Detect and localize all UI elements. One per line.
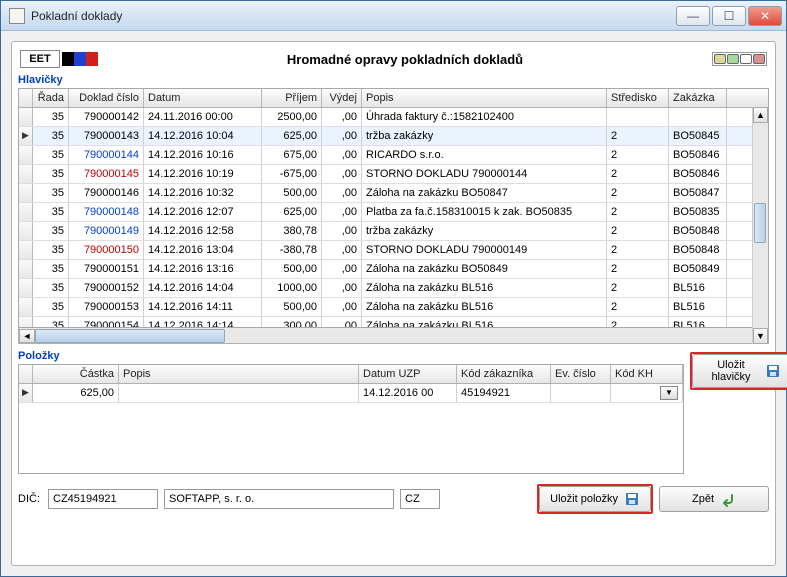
col-vydej[interactable]: Výdej: [322, 89, 362, 107]
col-stredisko[interactable]: Středisko: [607, 89, 669, 107]
dic-label: DIČ:: [18, 493, 40, 505]
firma-field[interactable]: [164, 489, 394, 509]
zeme-field[interactable]: [400, 489, 440, 509]
col-zakazka[interactable]: Zakázka: [669, 89, 727, 107]
section-hlavicky-label: Hlavičky: [18, 74, 769, 86]
back-label: Zpět: [692, 493, 714, 505]
status-chip-3-icon: [740, 54, 752, 64]
col-datum[interactable]: Datum: [144, 89, 262, 107]
table-row[interactable]: 3579000014914.12.2016 12:58380,78,00tržb…: [19, 222, 768, 241]
save-items-label: Uložit položky: [550, 493, 618, 505]
back-button[interactable]: Zpět: [659, 486, 769, 512]
grid1-vscroll[interactable]: ▲ ▼: [752, 107, 768, 344]
minimize-button[interactable]: —: [676, 6, 710, 26]
col-prijem[interactable]: Příjem: [262, 89, 322, 107]
col-popis[interactable]: Popis: [362, 89, 607, 107]
col2-kodzak[interactable]: Kód zákazníka: [457, 365, 551, 383]
table-row[interactable]: 3579000015014.12.2016 13:04-380,78,00STO…: [19, 241, 768, 260]
chip-black-icon: [62, 52, 74, 66]
scroll-up-icon[interactable]: ▲: [753, 107, 768, 123]
section-polozky-label: Položky: [18, 350, 684, 362]
items-grid[interactable]: Částka Popis Datum UZP Kód zákazníka Ev.…: [18, 364, 684, 474]
grid1-hscroll[interactable]: ◄ ►: [18, 328, 769, 344]
titlebar[interactable]: Pokladní doklady — ☐ ✕: [1, 1, 786, 31]
maximize-button[interactable]: ☐: [712, 6, 746, 26]
table-row[interactable]: 3579000014224.11.2016 00:002500,00,00Úhr…: [19, 108, 768, 127]
eet-color-chips: [62, 52, 98, 66]
kh-dropdown-button[interactable]: ▼: [660, 386, 678, 400]
table-row[interactable]: 3579000014814.12.2016 12:07625,00,00Plat…: [19, 203, 768, 222]
col2-popis[interactable]: Popis: [119, 365, 359, 383]
eet-label: EET: [20, 50, 60, 68]
save-headers-button[interactable]: Uložit hlavičky: [692, 354, 787, 388]
page-heading: Hromadné opravy pokladních dokladů: [98, 52, 712, 67]
hscroll-thumb[interactable]: [35, 329, 225, 343]
col2-ev[interactable]: Ev. číslo: [551, 365, 611, 383]
save-icon: [765, 363, 781, 379]
table-row[interactable]: 3579000014414.12.2016 10:16675,00,00RICA…: [19, 146, 768, 165]
status-chips: [712, 52, 767, 66]
table-row[interactable]: 3579000015114.12.2016 13:16500,00,00Zálo…: [19, 260, 768, 279]
headers-grid[interactable]: Řada Doklad číslo Datum Příjem Výdej Pop…: [18, 88, 769, 328]
chip-red-icon: [86, 52, 98, 66]
app-icon: [9, 8, 25, 24]
scroll-down-icon[interactable]: ▼: [753, 328, 768, 344]
table-row[interactable]: ▶3579000014314.12.2016 10:04625,00,00trž…: [19, 127, 768, 146]
col2-castka[interactable]: Částka: [33, 365, 119, 383]
table-row[interactable]: 3579000015314.12.2016 14:11500,00,00Zálo…: [19, 298, 768, 317]
col2-uzp[interactable]: Datum UZP: [359, 365, 457, 383]
window-title: Pokladní doklady: [31, 9, 676, 23]
status-chip-4-icon: [753, 54, 765, 64]
chip-blue-icon: [74, 52, 86, 66]
items-row[interactable]: ▶625,0014.12.2016 0045194921▼: [19, 384, 683, 403]
status-chip-2-icon: [727, 54, 739, 64]
dic-field[interactable]: [48, 489, 158, 509]
col2-kh[interactable]: Kód KH: [611, 365, 683, 383]
table-row[interactable]: 3579000015214.12.2016 14:041000,00,00Zál…: [19, 279, 768, 298]
floppy-icon: [624, 491, 640, 507]
save-headers-label: Uložit hlavičky: [703, 359, 759, 383]
table-row[interactable]: 3579000014614.12.2016 10:32500,00,00Zálo…: [19, 184, 768, 203]
col-rada[interactable]: Řada: [33, 89, 69, 107]
close-button[interactable]: ✕: [748, 6, 782, 26]
table-row[interactable]: 3579000015414.12.2016 14:14300,00,00Zálo…: [19, 317, 768, 327]
vscroll-thumb[interactable]: [754, 203, 766, 243]
save-items-button[interactable]: Uložit položky: [539, 486, 651, 512]
table-row[interactable]: 3579000014514.12.2016 10:19-675,00,00STO…: [19, 165, 768, 184]
status-chip-1-icon: [714, 54, 726, 64]
return-icon: [720, 491, 736, 507]
col-doklad[interactable]: Doklad číslo: [69, 89, 144, 107]
scroll-left-icon[interactable]: ◄: [19, 329, 35, 343]
